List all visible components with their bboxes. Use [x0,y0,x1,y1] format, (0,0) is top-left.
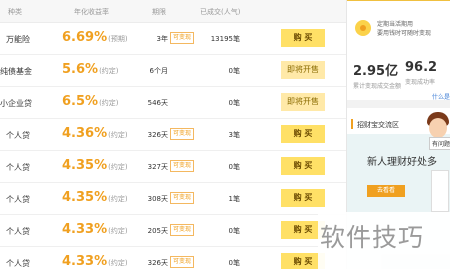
section-gap [347,100,450,108]
sold-count: 0笔 [228,99,240,107]
rate-value: 5.6% [62,62,99,77]
rate-note: (预期) [108,35,128,43]
promo-text: 定期当活期用 要用钱时可随时变现 [377,20,431,38]
stat-label: 变现成功率 [405,79,436,86]
stat-value: 96.2 [405,60,438,75]
coin-icon [355,20,371,36]
header-rate: 年化收益率 [74,8,109,16]
cashable-badge: 可变现 [170,160,194,172]
product-type: 个人贷 [6,131,30,140]
annual-rate: 4.33%(约定) [62,254,128,269]
sold-count: 1笔 [228,195,240,203]
product-type: 万能险 [6,35,30,44]
annual-rate: 6.5%(约定) [62,94,119,109]
rate-note: (约定) [108,227,128,235]
table-row: 个人贷 4.35%(约定) 308天 可变现 1笔 购 买 [0,183,346,215]
promo-line-2: 要用钱时可随时变现 [377,30,432,37]
annual-rate: 4.36%(约定) [62,126,128,141]
rate-note: (约定) [99,67,119,75]
character-face [429,118,447,138]
cashable-badge: 可变现 [170,256,194,268]
sold-count: 13195笔 [210,35,240,43]
product-type: 纯债基金 [0,67,32,76]
sold-count: 0笔 [228,259,240,267]
speech-bubble: 有问题 [429,137,450,150]
rate-note: (约定) [99,99,119,107]
section-title: 招财宝交流区 [357,121,399,129]
table-row: 纯债基金 5.6%(约定) 6个月 0笔 即将开售 [0,55,346,87]
rate-value: 6.5% [62,94,99,109]
sold-count: 0笔 [228,163,240,171]
see-more-button[interactable]: 去看看 [367,185,405,197]
watermark-text: 软件技巧 [320,223,425,252]
term: 205天 [147,227,168,235]
buy-button[interactable]: 购 买 [281,157,325,175]
buy-button[interactable]: 购 买 [281,189,325,207]
rate-note: (约定) [108,259,128,267]
stat-success-rate: 96.2 变现成功率 [405,60,437,86]
stat-value: 2.95亿 [353,64,399,79]
annual-rate: 6.69%(预期) [62,30,128,45]
cashable-badge: 可变现 [170,192,194,204]
term: 327天 [147,163,168,171]
rate-note: (约定) [108,163,128,171]
rate-note: (约定) [108,131,128,139]
header-sold: 已成交(人气) [200,8,241,16]
section-accent-bar [351,119,353,129]
product-type: 个人贷 [6,259,30,268]
sold-count: 0笔 [228,227,240,235]
cashable-badge: 可变现 [170,32,194,44]
rate-value: 4.33% [62,222,108,237]
table-row: 个人贷 4.36%(约定) 326天 可变现 3笔 购 买 [0,119,346,151]
term: 308天 [147,195,168,203]
term: 6个月 [149,67,168,75]
annual-rate: 4.35%(约定) [62,158,128,173]
product-type: 个人贷 [6,195,30,204]
product-type: 小企业贷 [0,99,32,108]
product-type: 个人贷 [6,227,30,236]
coming-soon-button[interactable]: 即将开售 [281,93,325,111]
term: 326天 [147,259,168,267]
coming-soon-button[interactable]: 即将开售 [281,61,325,79]
character-body [431,170,449,212]
promo-line-1: 定期当活期用 [377,21,414,28]
term: 546天 [147,99,168,107]
table-header: 种类 年化收益率 期限 已成交(人气) [0,0,346,23]
cashable-badge: 可变现 [170,128,194,140]
table-row: 小企业贷 6.5%(约定) 546天 0笔 即将开售 [0,87,346,119]
stat-label: 累计变现成交金额 [353,83,402,90]
rate-value: 4.35% [62,158,108,173]
table-row: 个人贷 4.33%(约定) 326天 可变现 0笔购 买 [0,247,346,269]
promo-headline: 新人理财好处多 [367,157,437,168]
buy-button[interactable]: 购 买 [281,125,325,143]
product-type: 个人贷 [6,163,30,172]
sold-count: 3笔 [228,131,240,139]
rate-note: (约定) [108,195,128,203]
table-row: 万能险 6.69%(预期) 3年 可变现 13195笔 购 买 [0,23,346,55]
stat-cash-amount: 2.95亿 累计变现成交金额 [353,60,401,90]
divider [347,0,450,1]
annual-rate: 4.35%(约定) [62,190,128,205]
rate-value: 4.35% [62,190,108,205]
header-type: 种类 [8,8,22,16]
header-term: 期限 [152,8,166,16]
cashable-badge: 可变现 [170,224,194,236]
rate-value: 6.69% [62,30,108,45]
annual-rate: 5.6%(约定) [62,62,119,77]
term: 3年 [156,35,168,43]
sold-count: 0笔 [228,67,240,75]
table-row: 个人贷 4.35%(约定) 327天 可变现 0笔 购 买 [0,151,346,183]
rate-value: 4.36% [62,126,108,141]
table-row: 个人贷 4.33%(约定) 205天 可变现 0笔购 买 [0,215,346,247]
page: 种类 年化收益率 期限 已成交(人气) 万能险 6.69%(预期) 3年 可变现 131… [0,0,450,269]
product-table: 种类 年化收益率 期限 已成交(人气) 万能险 6.69%(预期) 3年 可变现 131… [0,0,347,269]
annual-rate: 4.33%(约定) [62,222,128,237]
rate-value: 4.33% [62,254,108,269]
term: 326天 [147,131,168,139]
buy-button[interactable]: 购 买 [281,29,325,47]
